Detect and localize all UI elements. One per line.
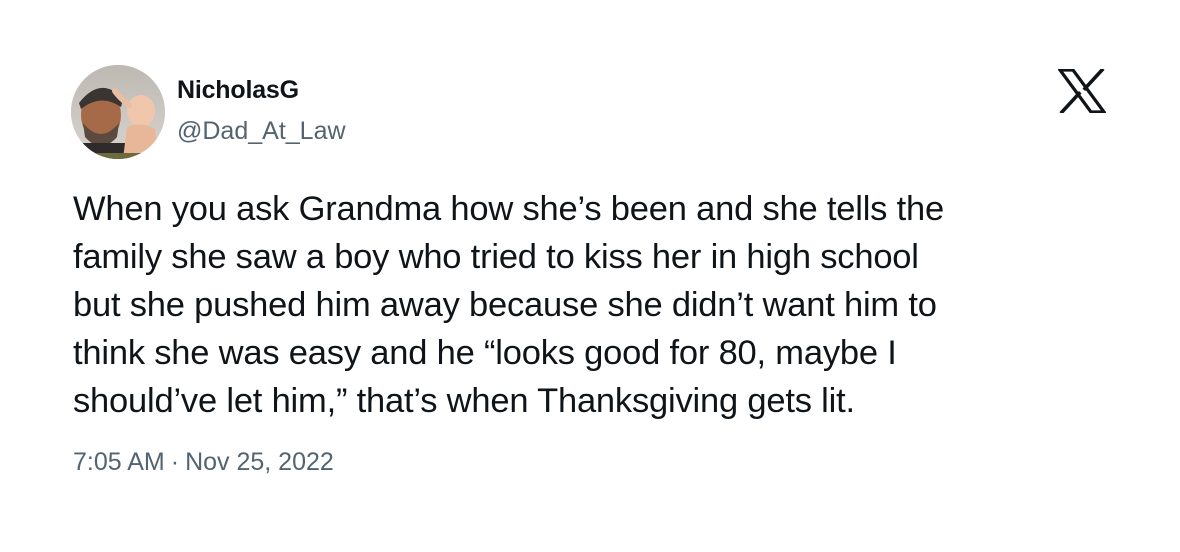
x-logo-icon[interactable] <box>1056 67 1108 115</box>
tweet-time: 7:05 AM <box>73 448 165 476</box>
tweet-text: When you ask Grandma how she’s been and … <box>73 190 944 420</box>
tweet-timestamp[interactable]: 7:05 AM · Nov 25, 2022 <box>73 448 334 477</box>
tweet-date: Nov 25, 2022 <box>185 448 334 476</box>
author-handle[interactable]: @Dad_At_Law <box>177 117 346 146</box>
author-avatar[interactable] <box>71 65 165 159</box>
meta-separator: · <box>170 448 180 476</box>
x-logo-glyph <box>1056 67 1108 115</box>
tweet-card: NicholasG @Dad_At_Law When you ask Grand… <box>0 0 1180 552</box>
avatar-photo-icon <box>71 65 165 159</box>
author-display-name[interactable]: NicholasG <box>177 76 299 105</box>
